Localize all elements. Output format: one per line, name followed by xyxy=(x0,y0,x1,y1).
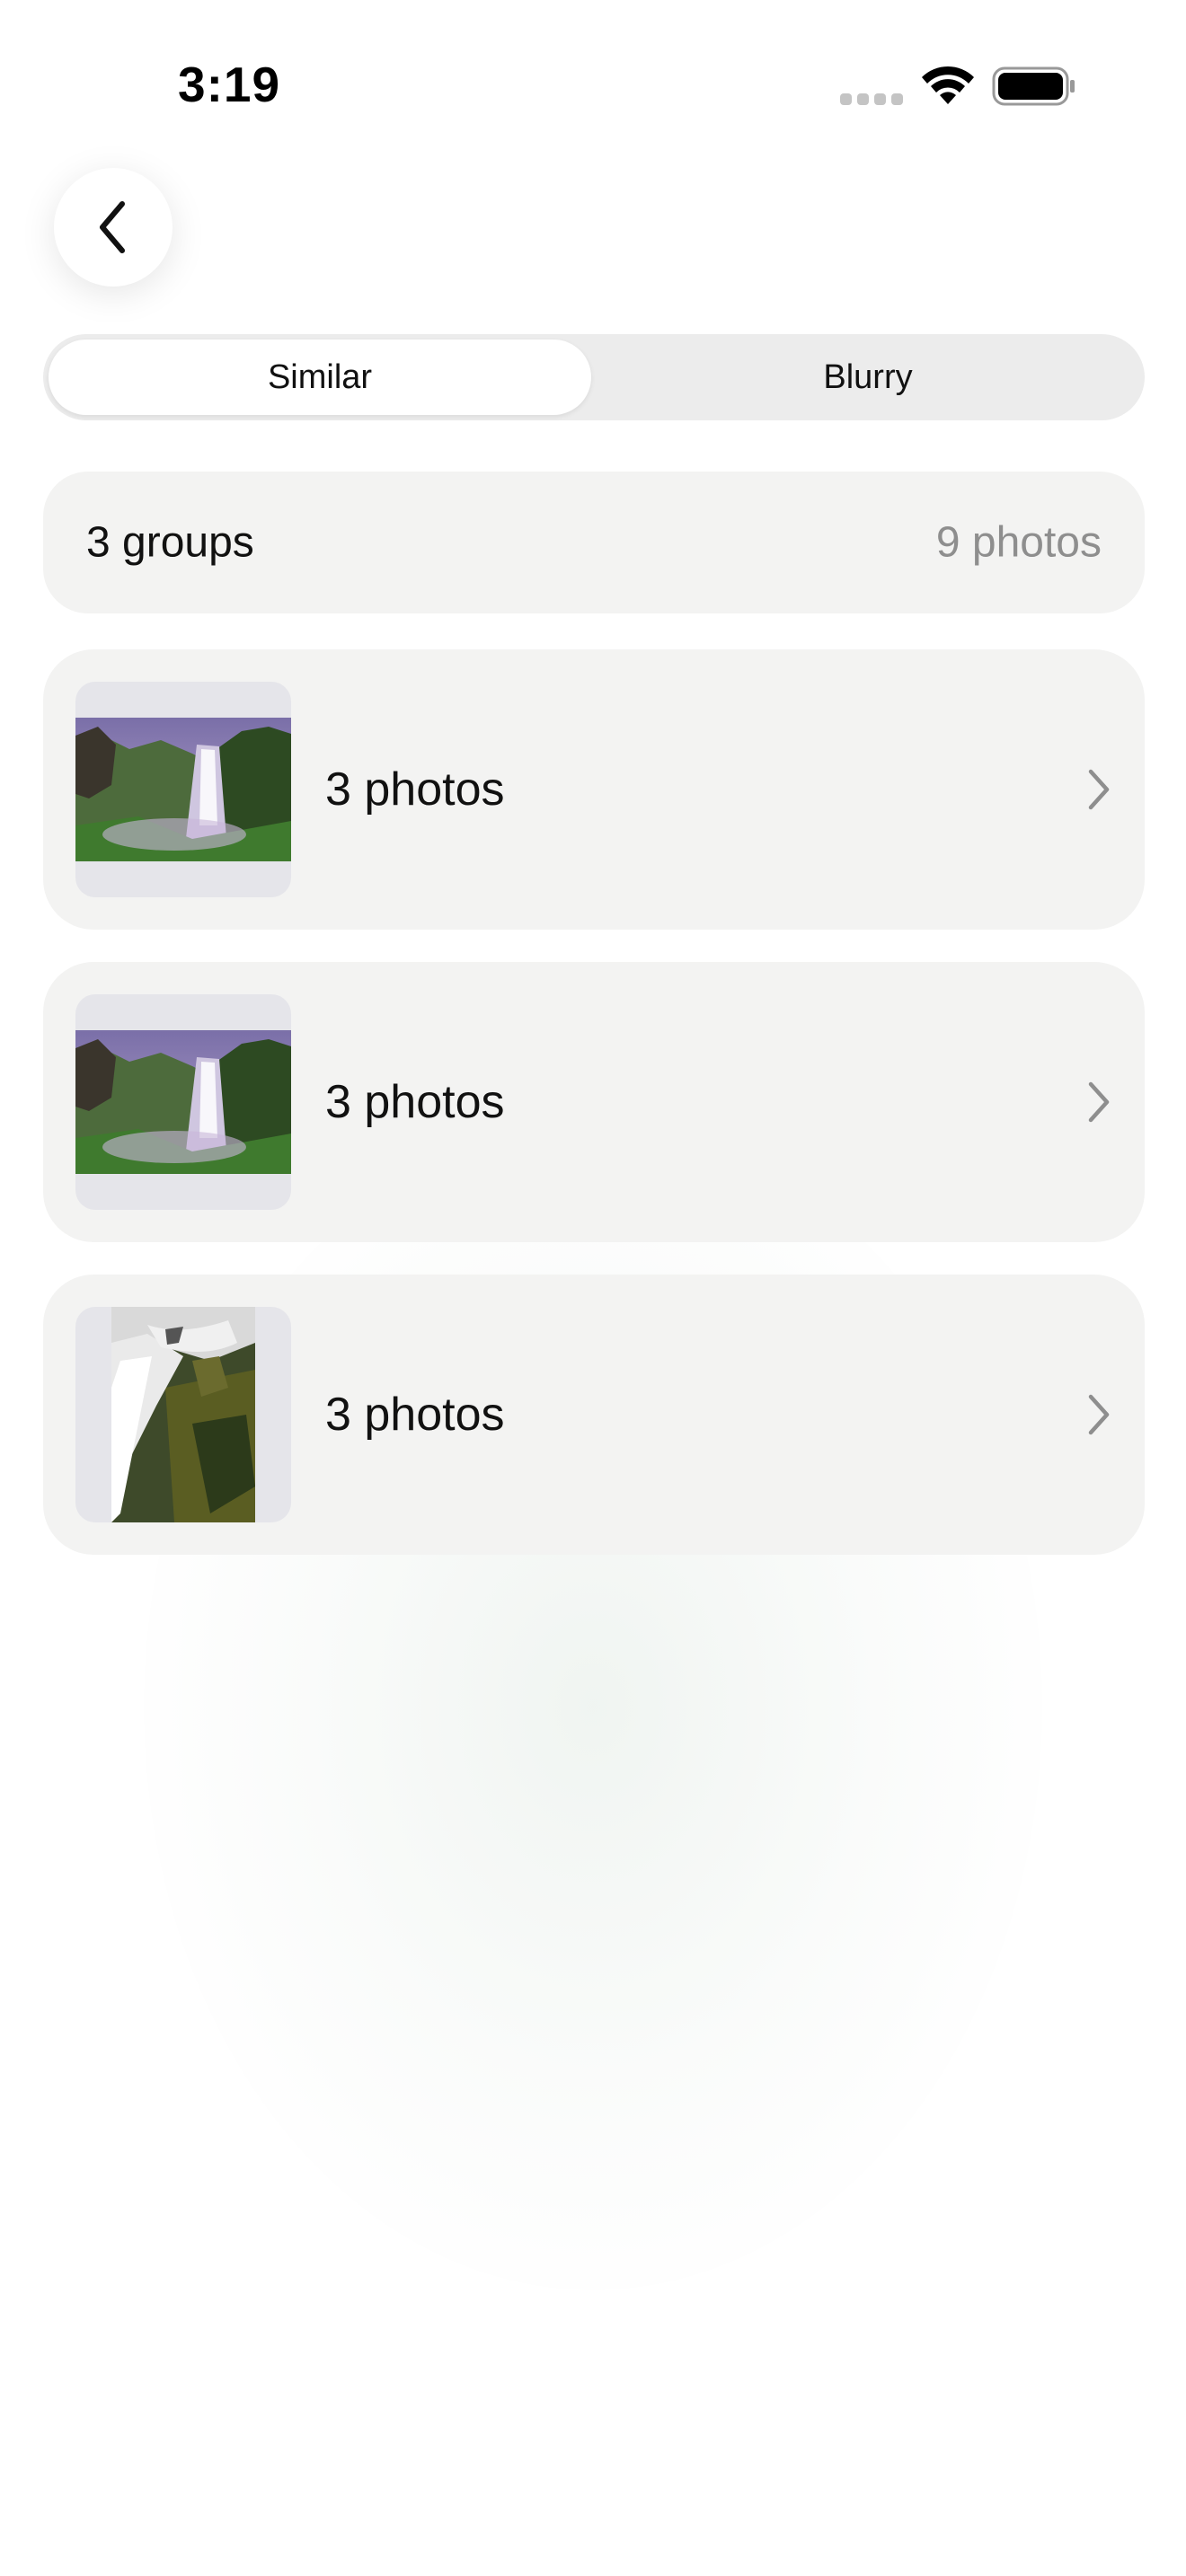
waterfall-image xyxy=(111,1307,255,1522)
group-thumbnail xyxy=(75,682,291,897)
wifi-icon xyxy=(922,66,974,104)
waterfall-image xyxy=(75,718,291,861)
status-time: 3:19 xyxy=(178,57,281,112)
photo-group-card[interactable]: 3 photos xyxy=(43,1275,1145,1555)
filter-segmented-control: Similar Blurry xyxy=(43,334,1145,420)
group-photo-count: 3 photos xyxy=(325,1076,505,1128)
chevron-left-icon xyxy=(100,201,125,253)
waterfall-image xyxy=(75,1030,291,1174)
segment-blurry[interactable]: Blurry xyxy=(597,340,1139,415)
summary-bar: 3 groups 9 photos xyxy=(43,472,1145,613)
chevron-right-icon xyxy=(1088,1394,1110,1435)
photos-count: 9 photos xyxy=(935,518,1102,567)
chevron-right-icon xyxy=(1088,1081,1110,1123)
segment-similar[interactable]: Similar xyxy=(49,340,591,415)
battery-icon xyxy=(992,66,1075,106)
group-thumbnail xyxy=(75,994,291,1210)
group-photo-count: 3 photos xyxy=(325,1389,505,1441)
chevron-right-icon xyxy=(1088,769,1110,810)
group-photo-count: 3 photos xyxy=(325,763,505,816)
cellular-signal-icon xyxy=(840,93,905,108)
back-button[interactable] xyxy=(54,168,173,287)
groups-count: 3 groups xyxy=(86,518,254,567)
status-bar: 3:19 xyxy=(0,0,1186,171)
photo-group-card[interactable]: 3 photos xyxy=(43,962,1145,1242)
photo-group-card[interactable]: 3 photos xyxy=(43,649,1145,930)
group-thumbnail xyxy=(75,1307,291,1522)
